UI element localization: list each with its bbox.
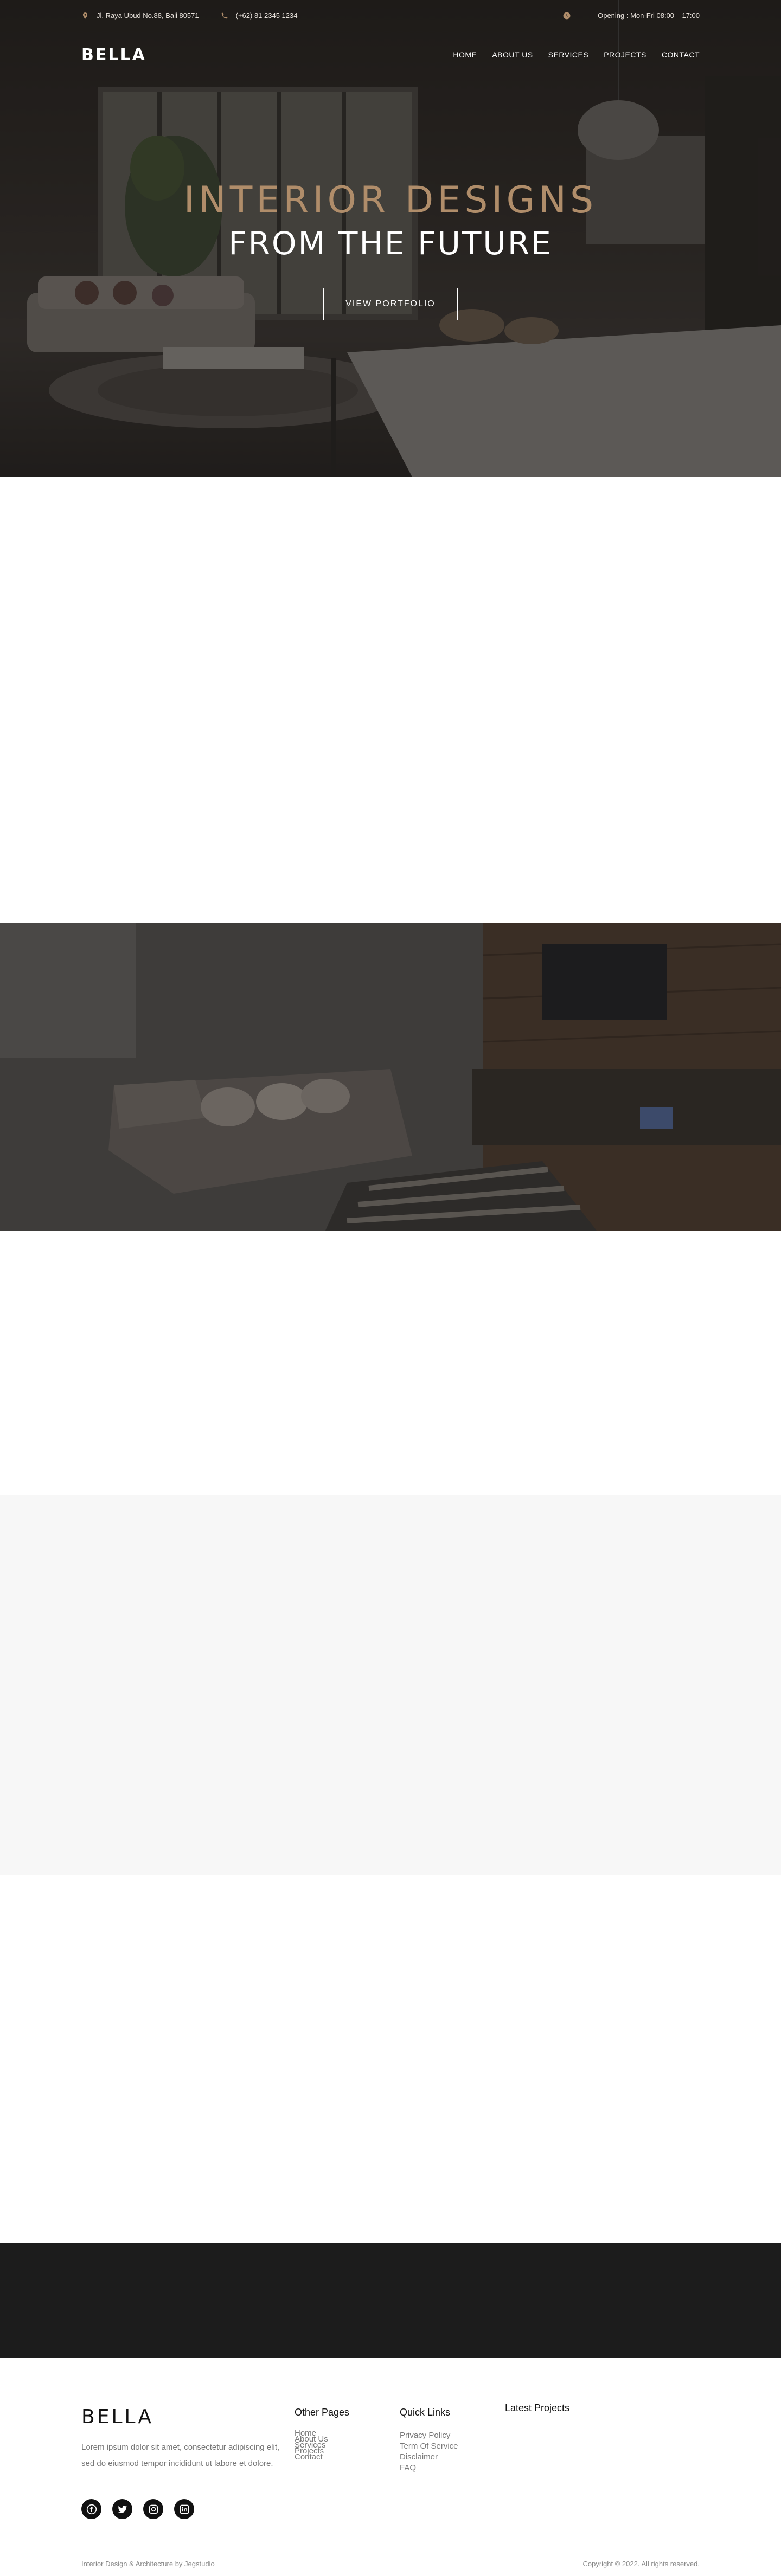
address-text: Jl. Raya Ubud No.88, Bali 80571 bbox=[97, 11, 199, 20]
site-logo[interactable]: BELLA bbox=[81, 46, 146, 65]
top-info-bar: Jl. Raya Ubud No.88, Bali 80571 (+62) 81… bbox=[0, 0, 781, 31]
phone-item: (+62) 81 2345 1234 bbox=[221, 11, 298, 20]
location-icon bbox=[82, 12, 88, 19]
view-portfolio-button[interactable]: VIEW PORTFOLIO bbox=[323, 288, 458, 320]
footer-link-term-of-service[interactable]: Term Of Service bbox=[400, 2441, 458, 2452]
footer-link-disclaimer[interactable]: Disclaimer bbox=[400, 2452, 458, 2463]
footer-link-privacy-policy[interactable]: Privacy Policy bbox=[400, 2430, 458, 2441]
other-pages-title: Other Pages bbox=[295, 2407, 350, 2418]
nav-projects[interactable]: PROJECTS bbox=[604, 50, 646, 59]
hero-heading-line1: INTERIOR DESIGNS bbox=[183, 179, 598, 222]
quick-links-title: Quick Links bbox=[400, 2407, 451, 2418]
content-section-3 bbox=[0, 1495, 781, 1875]
nav-contact[interactable]: CONTACT bbox=[662, 50, 700, 59]
address-item: Jl. Raya Ubud No.88, Bali 80571 bbox=[81, 11, 199, 20]
living-room-image bbox=[0, 923, 781, 1231]
footer-credit: Interior Design & Architecture by Jegstu… bbox=[81, 2560, 215, 2568]
nav-home[interactable]: HOME bbox=[453, 50, 477, 59]
linkedin-link[interactable] bbox=[174, 2499, 194, 2519]
hero-heading-line2: FROM THE FUTURE bbox=[228, 225, 553, 262]
footer-logo[interactable]: BELLA bbox=[81, 2406, 153, 2428]
footer-bottom-bar: Interior Design & Architecture by Jegstu… bbox=[81, 2560, 700, 2568]
main-navbar: BELLA HOME ABOUT US SERVICES PROJECTS CO… bbox=[0, 42, 781, 67]
footer-other-pages: Other Pages Home About Us Services Proje… bbox=[295, 2407, 350, 2461]
opening-item: Opening : Mon-Fri 08:00 – 17:00 bbox=[563, 11, 700, 20]
living-room-banner bbox=[0, 923, 781, 1231]
twitter-link[interactable] bbox=[112, 2499, 132, 2519]
latest-projects-title: Latest Projects bbox=[505, 2403, 570, 2413]
site-footer: BELLA Lorem ipsum dolor sit amet, consec… bbox=[0, 2358, 781, 2576]
footer-description: Lorem ipsum dolor sit amet, consectetur … bbox=[81, 2443, 280, 2468]
quick-links-list: Privacy Policy Term Of Service Disclaime… bbox=[400, 2430, 458, 2474]
phone-text: (+62) 81 2345 1234 bbox=[235, 11, 298, 20]
footer-copyright: Copyright © 2022. All rights reserved. bbox=[582, 2560, 700, 2568]
footer-latest-projects: Latest Projects bbox=[505, 2403, 569, 2426]
footer-link-contact[interactable]: Contact bbox=[295, 2453, 349, 2461]
footer-link-faq[interactable]: FAQ bbox=[400, 2463, 458, 2474]
nav-services[interactable]: SERVICES bbox=[548, 50, 589, 59]
other-pages-list: Home About Us Services Projects Contact bbox=[295, 2429, 349, 2461]
footer-quick-links: Quick Links Privacy Policy Term Of Servi… bbox=[400, 2407, 458, 2474]
facebook-icon bbox=[86, 2504, 97, 2514]
instagram-icon bbox=[149, 2504, 158, 2514]
social-links bbox=[81, 2499, 194, 2519]
main-menu: HOME ABOUT US SERVICES PROJECTS CONTACT bbox=[453, 50, 700, 59]
content-section-1 bbox=[0, 477, 781, 923]
content-section-2 bbox=[0, 1231, 781, 1495]
clock-icon bbox=[563, 12, 571, 19]
content-section-4 bbox=[0, 1875, 781, 2243]
facebook-link[interactable] bbox=[81, 2499, 101, 2519]
linkedin-icon bbox=[180, 2504, 189, 2514]
hero-content: INTERIOR DESIGNS FROM THE FUTURE VIEW PO… bbox=[0, 179, 781, 320]
hero-section: Jl. Raya Ubud No.88, Bali 80571 (+62) 81… bbox=[0, 0, 781, 477]
phone-icon bbox=[221, 12, 227, 18]
twitter-icon bbox=[118, 2505, 127, 2513]
dark-band-section bbox=[0, 2243, 781, 2358]
instagram-link[interactable] bbox=[143, 2499, 163, 2519]
opening-text: Opening : Mon-Fri 08:00 – 17:00 bbox=[598, 11, 700, 20]
nav-about-us[interactable]: ABOUT US bbox=[492, 50, 533, 59]
